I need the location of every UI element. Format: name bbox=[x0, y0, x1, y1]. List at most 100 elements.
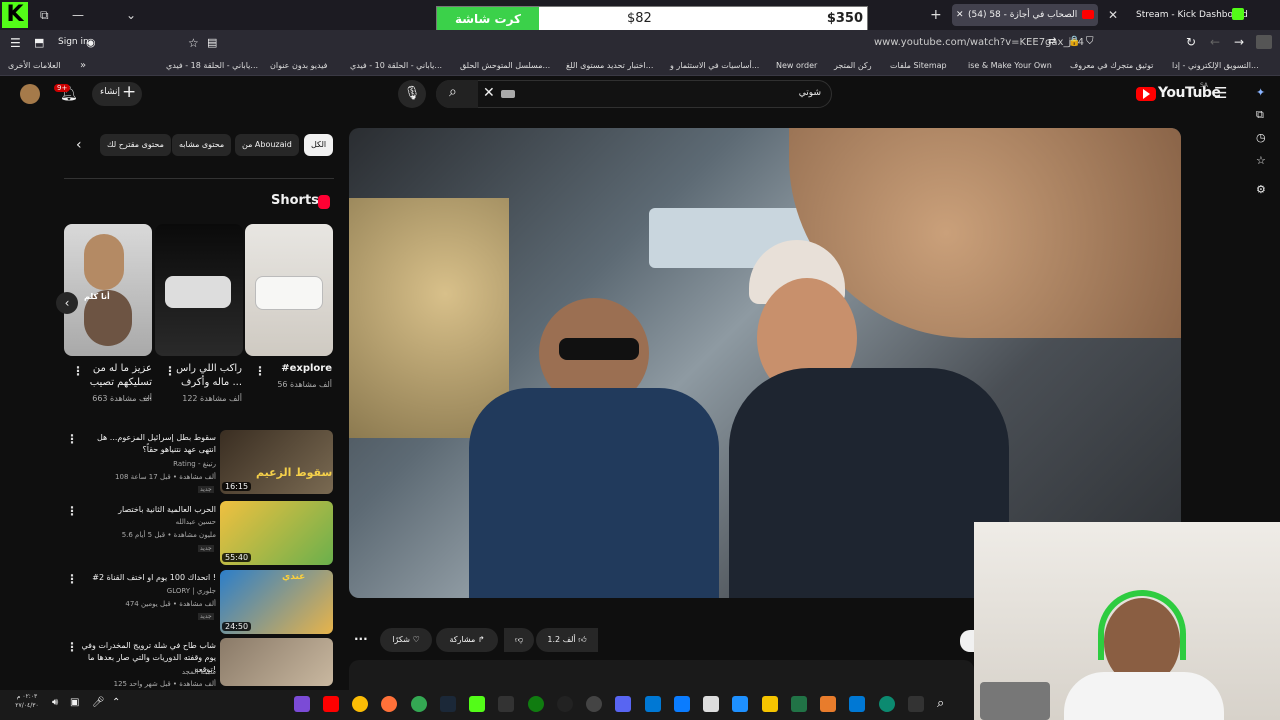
video-thumbnail[interactable]: عندي 24:50 bbox=[220, 570, 333, 634]
video-title[interactable]: سقوط بطل إسرائيل المزعوم... هل انتهى عهد… bbox=[80, 432, 216, 456]
window-menu-icon[interactable]: ⧉ bbox=[40, 0, 49, 30]
settings-gear-icon[interactable]: ⚙ bbox=[1256, 183, 1266, 196]
app-icon[interactable] bbox=[294, 696, 310, 712]
tab-youtube-active[interactable]: ✕ (54) 58 - الصحاب في أجازة bbox=[952, 4, 1098, 26]
more-icon[interactable]: ⋮ bbox=[66, 432, 78, 446]
bookmark-item[interactable]: ركن المتجر bbox=[834, 56, 872, 76]
search-input[interactable]: شوتي ✕ bbox=[436, 80, 832, 108]
hamburger-menu-icon[interactable]: ☰ bbox=[1214, 84, 1227, 102]
kick-logo[interactable]: K bbox=[2, 2, 28, 28]
search-button[interactable]: ⌕ bbox=[436, 80, 478, 108]
more-icon[interactable]: ⋮ bbox=[66, 572, 78, 586]
chip-all[interactable]: الكل bbox=[304, 134, 334, 156]
store-icon[interactable] bbox=[674, 696, 690, 712]
minimize-icon[interactable]: — bbox=[72, 0, 84, 30]
sidebar-toggle-icon[interactable] bbox=[1256, 35, 1272, 49]
channel-name[interactable]: شبكة المجد bbox=[80, 666, 216, 678]
edge-icon[interactable] bbox=[879, 696, 895, 712]
bookmark-item[interactable]: ياباني - الحلقة 18 - فيدي... bbox=[166, 56, 258, 76]
more-icon[interactable]: ⋮ bbox=[66, 640, 78, 654]
description-box[interactable] bbox=[349, 660, 974, 690]
bookmark-item[interactable]: توثيق متجرك في معروف bbox=[1070, 56, 1153, 76]
youtube-logo-icon[interactable] bbox=[1136, 87, 1156, 101]
short-thumbnail[interactable] bbox=[245, 224, 333, 356]
bookmark-item[interactable]: التسويق الإلكتروني - إدا... bbox=[1172, 56, 1259, 76]
short-thumbnail[interactable] bbox=[155, 224, 243, 356]
chip-from-channel[interactable]: من Abouzaid bbox=[235, 134, 299, 156]
discord-icon[interactable] bbox=[615, 696, 631, 712]
bookmarks-overflow-icon[interactable]: » bbox=[80, 56, 86, 76]
bookmark-item[interactable]: ياباني - الحلقة 10 - فيدي... bbox=[350, 56, 442, 76]
obs-icon[interactable] bbox=[586, 696, 602, 712]
keyboard-icon[interactable] bbox=[501, 90, 515, 98]
translate-icon[interactable]: ⇄ bbox=[1048, 36, 1056, 47]
channel-name[interactable]: Rating - رتينغ bbox=[80, 458, 216, 470]
channel-name[interactable]: GLORY | جلوري bbox=[80, 585, 216, 597]
back-icon[interactable]: → bbox=[1234, 35, 1244, 49]
chrome-icon[interactable] bbox=[352, 696, 368, 712]
file-explorer-icon[interactable] bbox=[762, 696, 778, 712]
video-thumbnail[interactable]: 55:40 bbox=[220, 501, 333, 565]
account-icon[interactable]: ◉ bbox=[86, 36, 96, 49]
taskbar-clock[interactable]: ٠٢:٠٣ م ٢٧/٠٤/٣٠ bbox=[10, 692, 44, 710]
bookmark-item[interactable]: ملفات Sitemap bbox=[890, 56, 947, 76]
menu-icon[interactable]: ☰ bbox=[10, 36, 21, 50]
outlook-icon[interactable] bbox=[849, 696, 865, 712]
more-actions-icon[interactable]: ··· bbox=[354, 632, 368, 646]
chip-recommended[interactable]: محتوى مقترح لك bbox=[100, 134, 171, 156]
youtube-app-icon[interactable] bbox=[323, 696, 339, 712]
tray-overflow-icon[interactable]: ⌃ bbox=[112, 697, 120, 708]
thanks-button[interactable]: شكرًا ♡ bbox=[380, 628, 432, 652]
shield-icon[interactable]: ⛉ bbox=[1086, 36, 1094, 47]
video-thumbnail[interactable] bbox=[220, 638, 333, 686]
share-button[interactable]: مشاركة ↱ bbox=[436, 628, 498, 652]
more-icon[interactable]: ⋮ bbox=[254, 364, 266, 378]
app-icon[interactable] bbox=[820, 696, 836, 712]
network-icon[interactable]: ▣ bbox=[70, 697, 79, 708]
star-icon[interactable]: ☆ bbox=[188, 36, 199, 50]
chip-related[interactable]: محتوى مشابه bbox=[172, 134, 232, 156]
bookmark-item[interactable]: مسلسل المتوحش الحلق... bbox=[460, 56, 550, 76]
dislike-button[interactable]: 👎︎ bbox=[504, 628, 534, 652]
microphone-icon[interactable]: 🎙︎ bbox=[398, 80, 426, 108]
synced-tabs-icon[interactable]: ⧉ bbox=[1256, 108, 1264, 122]
media-player-icon[interactable] bbox=[557, 696, 573, 712]
photos-icon[interactable] bbox=[645, 696, 661, 712]
steam-icon[interactable] bbox=[440, 696, 456, 712]
kick-app-icon[interactable] bbox=[469, 696, 485, 712]
video-title[interactable]: الحرب العالمية الثانية باختصار bbox=[80, 504, 216, 516]
video-thumbnail[interactable]: سقوط الزعيم 16:15 bbox=[220, 430, 333, 494]
forward-icon[interactable]: ← bbox=[1210, 35, 1220, 49]
video-title[interactable]: #2 اتحداك 100 يوم او اختف القناة ! bbox=[80, 572, 216, 584]
more-icon[interactable]: ⋮ bbox=[72, 364, 84, 378]
bookmark-item[interactable]: New order bbox=[776, 56, 817, 76]
more-icon[interactable]: ⋮ bbox=[66, 504, 78, 518]
bookmark-item[interactable]: فيديو بدون عنوان bbox=[270, 56, 327, 76]
task-view-icon[interactable] bbox=[908, 696, 924, 712]
other-bookmarks[interactable]: العلامات الأخرى bbox=[8, 56, 61, 76]
short-title[interactable]: #explore bbox=[268, 362, 332, 376]
bookmarks-star-icon[interactable]: ☆ bbox=[1256, 154, 1266, 167]
short-thumbnail[interactable]: أنا كلم bbox=[64, 224, 152, 356]
tab-kick-dashboard[interactable]: Stream - Kick Dashboard bbox=[1136, 4, 1276, 26]
like-button[interactable]: 1.2 ألف 👍︎ bbox=[536, 628, 598, 652]
youtube-logo-text[interactable]: YouTube bbox=[1158, 85, 1221, 101]
app-icon[interactable] bbox=[703, 696, 719, 712]
firefox-icon[interactable] bbox=[381, 696, 397, 712]
sign-in-button[interactable]: Sign in bbox=[58, 37, 89, 47]
shorts-prev-button[interactable]: ‹ bbox=[56, 292, 78, 314]
mic-tray-icon[interactable]: 🎤︎ bbox=[92, 697, 105, 708]
short-title[interactable]: راكب اللي راس ماله وأكرف ... bbox=[176, 362, 242, 390]
history-icon[interactable]: ◷ bbox=[1256, 131, 1266, 144]
search-icon[interactable]: ⌕ bbox=[937, 696, 953, 712]
chips-prev-icon[interactable]: ‹ bbox=[76, 137, 82, 153]
avatar[interactable] bbox=[20, 84, 40, 104]
volume-icon[interactable]: 🔊︎ bbox=[52, 697, 58, 708]
reader-view-icon[interactable]: ▤ bbox=[207, 36, 217, 49]
excel-icon[interactable] bbox=[791, 696, 807, 712]
xbox-icon[interactable] bbox=[528, 696, 544, 712]
sparkle-icon[interactable]: ✦ bbox=[1256, 86, 1265, 99]
chrome-icon[interactable] bbox=[411, 696, 427, 712]
app-icon[interactable] bbox=[732, 696, 748, 712]
create-button[interactable]: إنشاء + bbox=[92, 82, 142, 106]
